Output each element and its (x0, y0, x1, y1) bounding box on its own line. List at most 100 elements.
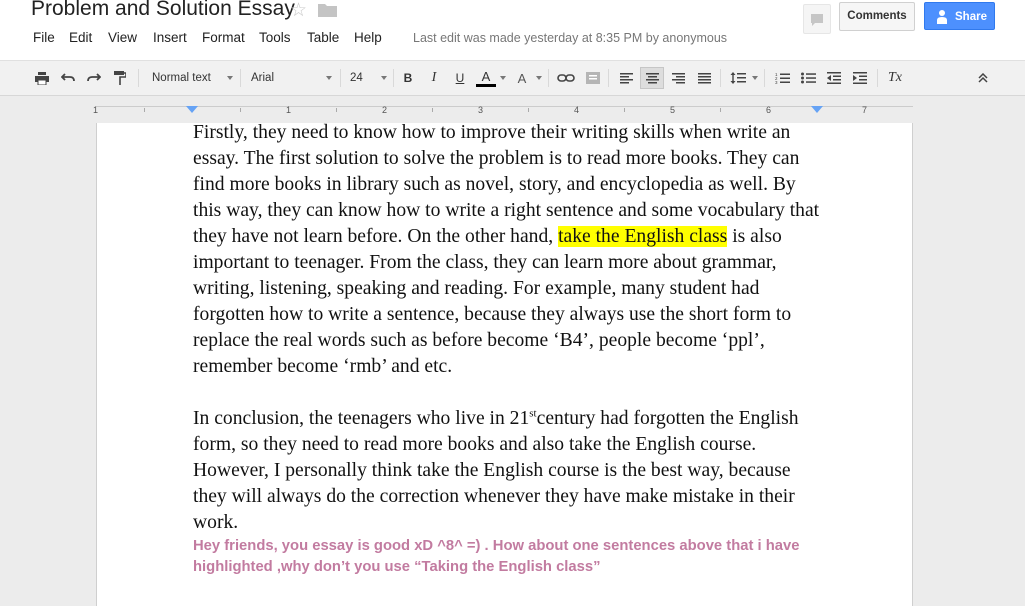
right-indent-marker[interactable] (811, 106, 823, 113)
toolbar-separator (720, 69, 721, 87)
chevron-down-icon (227, 76, 233, 80)
menu-edit[interactable]: Edit (69, 30, 92, 45)
ruler-track (96, 106, 913, 113)
toolbar-separator (548, 69, 549, 87)
link-icon (557, 74, 575, 82)
menu-file[interactable]: File (33, 30, 55, 45)
increase-indent-icon (853, 72, 867, 84)
paragraph-1[interactable]: Firstly, they need to know how to improv… (193, 120, 823, 380)
paint-format-button[interactable] (110, 67, 130, 89)
undo-button[interactable] (58, 67, 78, 89)
style-value: Normal text (152, 72, 211, 84)
underline-button[interactable]: U (450, 67, 470, 89)
menu-tools[interactable]: Tools (259, 30, 291, 45)
toolbar-separator (393, 69, 394, 87)
chat-icon (811, 14, 823, 26)
ruler: 1 1 2 3 4 5 6 7 (0, 96, 1025, 123)
share-label: Share (955, 11, 987, 23)
toolbar-separator (340, 69, 341, 87)
align-center-button[interactable] (640, 67, 664, 89)
ruler-number: 5 (670, 105, 676, 115)
text-color-letter: A (481, 68, 491, 84)
numbered-list-button[interactable]: 123 (771, 67, 793, 89)
bold-button[interactable]: B (398, 67, 418, 89)
menu-view[interactable]: View (108, 30, 137, 45)
ruler-number: 6 (766, 105, 772, 115)
menu-insert[interactable]: Insert (153, 30, 187, 45)
ruler-tick (432, 108, 433, 112)
redo-button[interactable] (84, 67, 104, 89)
toolbar-separator (138, 69, 139, 87)
increase-indent-button[interactable] (849, 67, 871, 89)
folder-icon[interactable] (318, 3, 337, 17)
align-left-button[interactable] (615, 67, 637, 89)
insert-comment-button[interactable] (582, 67, 604, 89)
font-size-value: 24 (350, 72, 363, 84)
person-lock-icon (937, 10, 947, 24)
undo-icon (61, 73, 75, 82)
toolbar-separator (608, 69, 609, 87)
comments-button[interactable]: Comments (839, 2, 915, 31)
print-icon (35, 71, 49, 85)
reviewer-comment[interactable]: Hey friends, you essay is good xD ^8^ =)… (193, 536, 833, 578)
paint-format-icon (114, 71, 126, 85)
paragraph-2[interactable]: In conclusion, the teenagers who live in… (193, 406, 823, 536)
star-icon[interactable]: ☆ (290, 0, 307, 22)
ruler-number: 7 (862, 105, 868, 115)
decrease-indent-button[interactable] (823, 67, 845, 89)
share-button[interactable]: Share (924, 2, 995, 30)
left-indent-marker[interactable] (186, 106, 198, 113)
collapse-toolbar-button[interactable] (972, 67, 994, 89)
align-right-icon (671, 72, 685, 83)
highlighted-text: take the English class (558, 226, 728, 247)
menu-table[interactable]: Table (307, 30, 339, 45)
toolbar-separator (877, 69, 878, 87)
italic-button[interactable]: I (424, 67, 444, 89)
toolbar-separator (764, 69, 765, 87)
insert-link-button[interactable] (555, 67, 577, 89)
text-color-button[interactable]: A (475, 67, 497, 89)
style-dropdown[interactable]: Normal text (152, 67, 234, 89)
line-spacing-button[interactable] (727, 67, 749, 89)
bulleted-list-icon (800, 72, 816, 84)
doc-header: Problem and Solution Essay ☆ File Edit V… (0, 0, 1025, 60)
line-spacing-icon (730, 72, 746, 84)
menu-help[interactable]: Help (354, 30, 382, 45)
clear-formatting-button[interactable]: Tx (884, 67, 906, 89)
justify-button[interactable] (693, 67, 715, 89)
justify-icon (697, 72, 711, 83)
comment-icon (586, 72, 600, 84)
document-page[interactable]: Firstly, they need to know how to improv… (96, 120, 913, 606)
superscript: st (529, 407, 537, 420)
ruler-tick (624, 108, 625, 112)
formatting-toolbar: Normal text Arial 24 B I U A A 123 Tx (0, 60, 1025, 96)
paragraph-text: In conclusion, the teenagers who live in… (193, 408, 530, 429)
align-center-icon (645, 72, 659, 83)
numbered-list-icon: 123 (775, 72, 790, 84)
align-right-button[interactable] (667, 67, 689, 89)
ruler-number: 2 (382, 105, 388, 115)
ruler-tick (240, 108, 241, 112)
ruler-number: 3 (478, 105, 484, 115)
text-color-swatch (476, 83, 496, 87)
document-title[interactable]: Problem and Solution Essay (31, 0, 295, 21)
chat-button[interactable] (803, 4, 831, 34)
ruler-tick (720, 108, 721, 112)
highlight-color-button[interactable]: A (511, 67, 533, 89)
font-value: Arial (251, 72, 275, 84)
bulleted-list-button[interactable] (797, 67, 819, 89)
chevron-down-icon (752, 76, 758, 80)
paragraph-text: is also important to teenager. From the … (193, 226, 792, 377)
font-dropdown[interactable]: Arial (251, 67, 333, 89)
chevron-down-icon (500, 76, 506, 80)
menu-format[interactable]: Format (202, 30, 245, 45)
highlight-color-letter: A (517, 70, 527, 86)
print-button[interactable] (32, 67, 52, 89)
ruler-tick (336, 108, 337, 112)
ruler-tick (528, 108, 529, 112)
last-edit-status[interactable]: Last edit was made yesterday at 8:35 PM … (413, 31, 727, 45)
double-chevron-up-icon (978, 73, 988, 83)
svg-text:3: 3 (775, 80, 778, 84)
ruler-number: 1 (286, 105, 292, 115)
ruler-tick (144, 108, 145, 112)
